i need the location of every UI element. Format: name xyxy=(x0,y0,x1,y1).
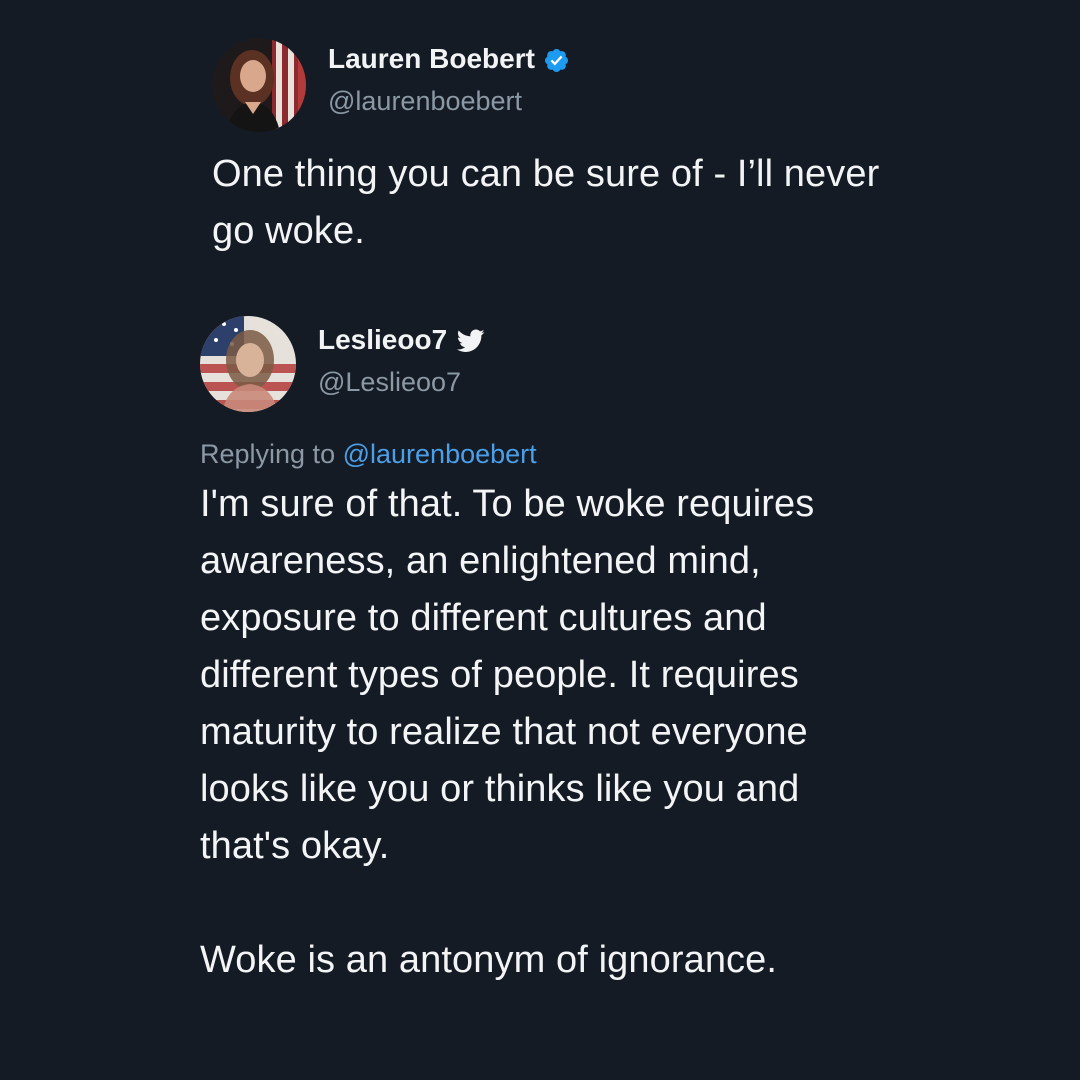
replying-to-link[interactable]: @laurenboebert xyxy=(343,439,537,469)
display-name[interactable]: Lauren Boebert xyxy=(328,41,535,77)
avatar[interactable] xyxy=(200,316,296,412)
user-handle[interactable]: @laurenboebert xyxy=(328,83,570,119)
reply-tweet: Leslieoo7 @Leslieoo7 Replying to @lauren… xyxy=(200,316,1000,989)
verified-badge-icon xyxy=(544,48,568,72)
twitter-bird-icon xyxy=(457,329,485,352)
avatar-image xyxy=(200,316,296,412)
tweet-author-row: Leslieoo7 @Leslieoo7 xyxy=(200,316,1000,412)
tweet-author-row: Lauren Boebert @laurenboebert xyxy=(212,38,972,132)
tweet-text-paragraph: Woke is an antonym of ignorance. xyxy=(200,939,778,981)
display-name-line: Leslieoo7 xyxy=(318,322,485,358)
author-names: Lauren Boebert @laurenboebert xyxy=(328,41,570,119)
tweet-text-paragraph: I'm sure of that. To be woke requires aw… xyxy=(200,483,815,867)
display-name-line: Lauren Boebert xyxy=(328,41,570,77)
original-tweet: Lauren Boebert @laurenboebert One thing … xyxy=(212,38,972,260)
tweet-text: One thing you can be sure of - I’ll neve… xyxy=(212,153,880,252)
avatar[interactable] xyxy=(212,38,306,132)
avatar-image xyxy=(212,38,306,132)
display-name[interactable]: Leslieoo7 xyxy=(318,322,447,358)
author-names: Leslieoo7 @Leslieoo7 xyxy=(318,322,485,400)
replying-to-prefix: Replying to xyxy=(200,439,336,469)
tweet-text: I'm sure of that. To be woke requires aw… xyxy=(200,476,900,989)
replying-to-line: Replying to @laurenboebert xyxy=(200,436,1000,472)
user-handle[interactable]: @Leslieoo7 xyxy=(318,364,485,400)
